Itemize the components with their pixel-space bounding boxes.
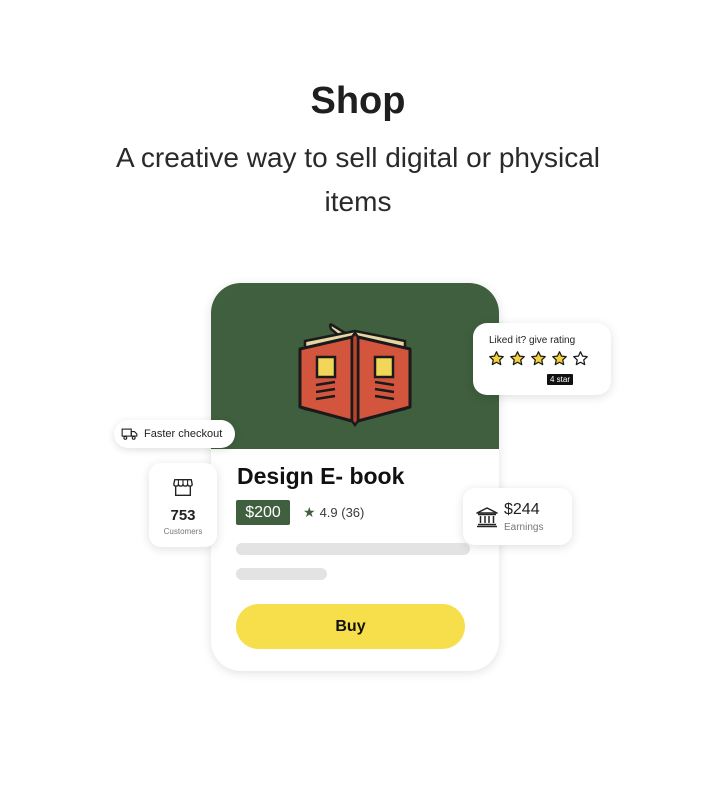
earnings-amount: $244 [504,501,540,518]
earnings-card: $244 Earnings [463,488,572,545]
customers-card: 753 Customers [149,463,217,547]
rating-text: 4.9 (36) [319,505,365,520]
page: Shop A creative way to sell digital or p… [0,0,716,800]
rating-tooltip: 4 star [547,374,574,385]
skeleton-line [236,543,470,555]
bank-icon [476,507,498,528]
star-icon[interactable] [551,350,568,367]
page-title: Shop [310,80,406,122]
product-name: Design E- book [237,463,405,489]
store-icon [173,478,193,496]
customers-label: Customers [163,527,203,536]
open-book-icon [298,323,412,427]
rating-prompt: Liked it? give rating [489,335,576,346]
truck-icon [121,428,138,440]
faster-checkout-badge: Faster checkout [114,420,235,448]
buy-button[interactable]: Buy [236,604,465,649]
skeleton-line-short [236,568,327,580]
earnings-label: Earnings [504,522,544,533]
rating-popup: Liked it? give rating 4 star [473,323,611,395]
rating-stars [488,350,589,367]
product-hero [211,283,499,449]
faster-checkout-label: Faster checkout [144,428,223,440]
customers-count: 753 [170,507,196,524]
star-icon[interactable] [530,350,547,367]
page-subtitle: A creative way to sell digital or physic… [116,142,600,217]
star-icon: ★ [303,504,316,520]
star-outline-icon[interactable] [572,350,589,367]
product-card[interactable]: Design E- book $200 ★ 4.9 (36) Buy [211,283,499,671]
star-icon[interactable] [488,350,505,367]
star-icon[interactable] [509,350,526,367]
price-badge: $200 [236,500,290,525]
product-rating: ★ 4.9 (36) [303,504,364,521]
